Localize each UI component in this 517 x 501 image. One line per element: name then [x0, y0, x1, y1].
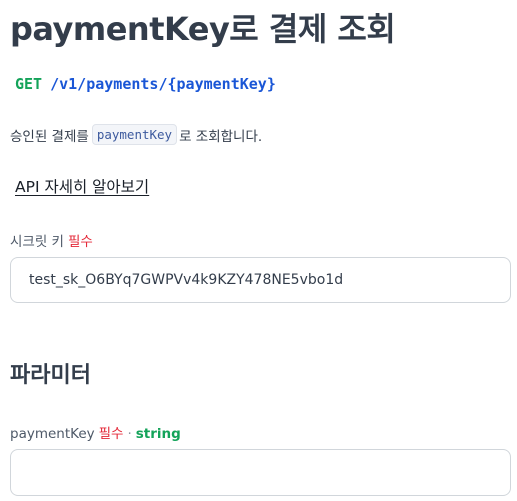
payment-key-label-text: paymentKey: [10, 426, 95, 442]
endpoint-path: /v1/payments/{paymentKey}: [50, 75, 276, 93]
secret-key-required-badge: 필수: [67, 234, 93, 250]
payment-key-type: string: [135, 426, 181, 442]
http-method: GET: [15, 75, 43, 93]
description-text-before: 승인된 결제를: [10, 128, 89, 145]
payment-key-input[interactable]: [10, 449, 511, 496]
description: 승인된 결제를 paymentKey 로 조회합니다.: [10, 124, 262, 145]
inline-code-paymentkey: paymentKey: [91, 124, 178, 145]
api-details-link[interactable]: API 자세히 알아보기: [15, 175, 149, 197]
payment-key-label: paymentKey 필수 · string: [10, 422, 181, 442]
description-text-after: 로 조회합니다.: [179, 128, 263, 145]
secret-key-label-text: 시크릿 키: [10, 234, 64, 250]
payment-key-required-badge: 필수: [98, 426, 124, 442]
payment-key-separator: ·: [127, 426, 132, 442]
page-title: paymentKey로 결제 조회: [10, 10, 396, 48]
endpoint-line: GET/v1/payments/{paymentKey}: [15, 75, 276, 93]
secret-key-input[interactable]: [10, 257, 511, 303]
secret-key-label: 시크릿 키 필수: [10, 230, 93, 250]
parameters-heading: 파라미터: [10, 363, 91, 388]
